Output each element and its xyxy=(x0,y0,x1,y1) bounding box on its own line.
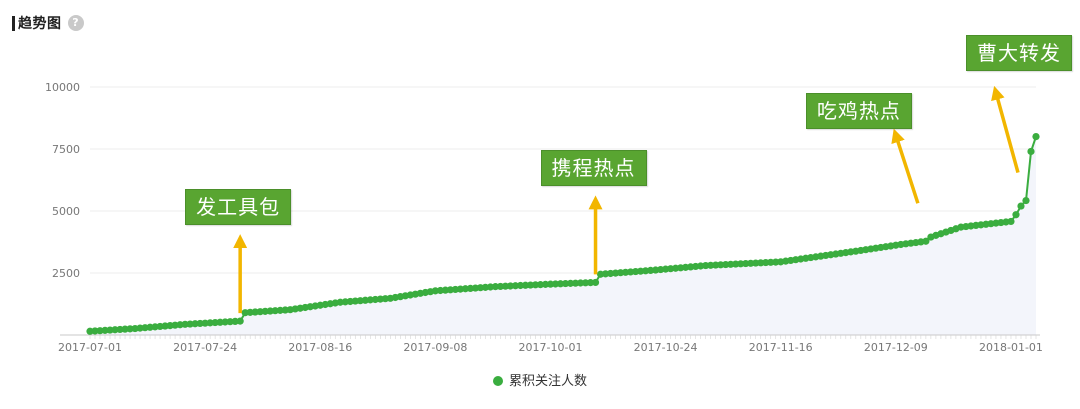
y-tick-label: 7500 xyxy=(52,143,80,156)
data-point xyxy=(236,317,244,325)
y-tick-label: 2500 xyxy=(52,267,80,280)
x-tick-label: 2017-12-09 xyxy=(864,341,928,354)
legend-marker xyxy=(492,375,503,386)
data-point xyxy=(1012,211,1020,219)
x-tick-label: 2018-01-01 xyxy=(979,341,1043,354)
x-axis xyxy=(60,334,1040,339)
annotation-callout: 发工具包 xyxy=(185,189,292,226)
x-tick-label: 2017-10-24 xyxy=(634,341,698,354)
data-point xyxy=(1032,133,1040,141)
annotation-callout: 吃鸡热点 xyxy=(805,93,912,130)
x-tick-label: 2017-10-01 xyxy=(519,341,583,354)
x-tick-label: 2017-07-24 xyxy=(173,341,237,354)
legend-label: 累积关注人数 xyxy=(508,374,587,389)
x-tick-label: 2017-11-16 xyxy=(749,341,813,354)
y-tick-label: 10000 xyxy=(45,81,80,94)
data-point xyxy=(591,278,600,287)
x-tick-label: 2017-07-01 xyxy=(58,341,122,354)
data-point xyxy=(1022,196,1030,205)
data-point xyxy=(1027,147,1035,156)
trend-chart: 2500 5000 7500 10000 2017-07-01 2017-07-24 201… xyxy=(45,81,1043,354)
legend[interactable]: 累积关注人数 xyxy=(0,370,1080,389)
annotation-arrow xyxy=(891,128,920,204)
x-tick-label: 2017-08-16 xyxy=(288,341,352,354)
data-point xyxy=(1017,202,1025,210)
y-tick-label: 5000 xyxy=(52,205,80,218)
x-tick-label: 2017-09-08 xyxy=(403,341,467,354)
annotation-callout: 携程热点 xyxy=(540,150,647,187)
annotation-arrow xyxy=(991,85,1020,174)
data-point xyxy=(1007,217,1015,226)
annotation-callout: 曹大转发 xyxy=(965,34,1072,71)
